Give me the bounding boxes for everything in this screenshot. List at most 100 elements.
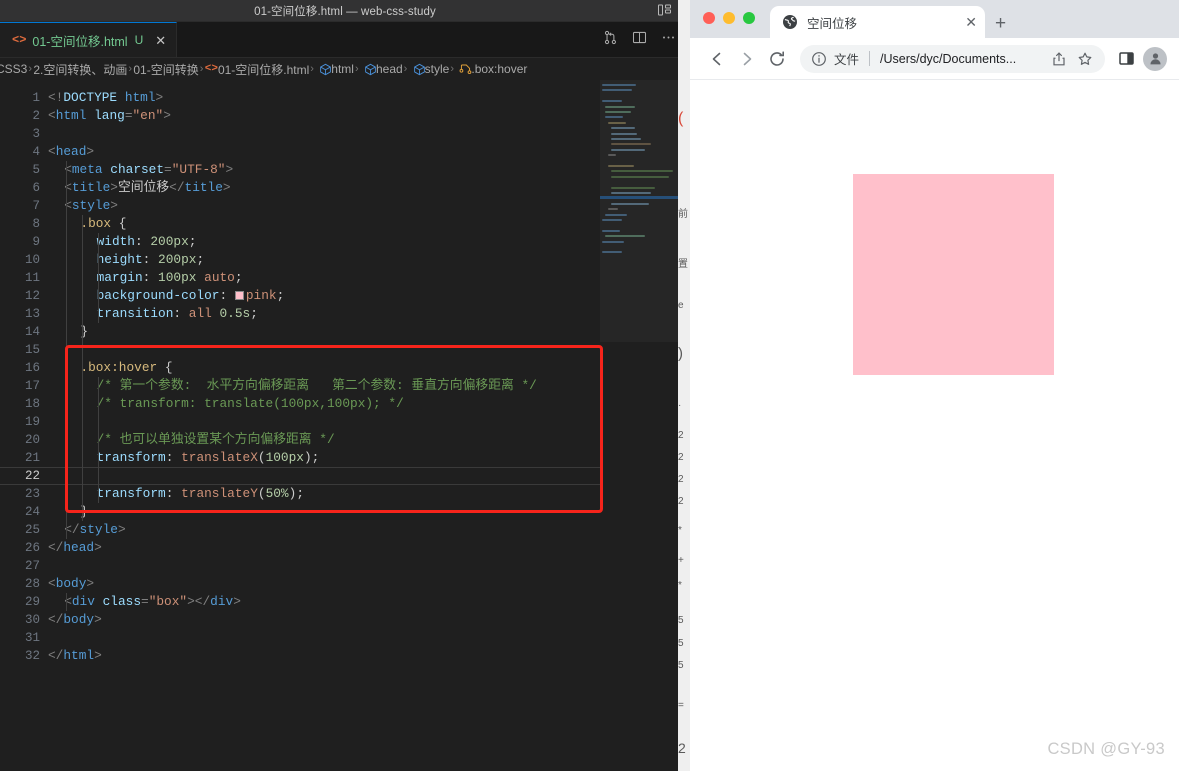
background-window-text: + <box>678 555 684 566</box>
breadcrumb-item-7[interactable]: .box:hover <box>459 62 527 76</box>
line-number: 8 <box>32 217 40 231</box>
breadcrumb-item-3[interactable]: <> 01-空间位移.html <box>205 61 310 78</box>
tab-close-icon[interactable]: ✕ <box>155 34 166 47</box>
line-number: 15 <box>24 343 40 357</box>
line-number: 11 <box>24 271 40 285</box>
breadcrumb-item-5[interactable]: head <box>364 62 403 76</box>
minimap-viewport-slider[interactable] <box>600 80 678 342</box>
background-window-text: 置 <box>678 259 688 270</box>
csdn-watermark: CSDN @GY-93 <box>1047 740 1165 758</box>
tab-status-badge: U <box>134 33 144 47</box>
minimap-line <box>611 148 645 151</box>
line-number: 30 <box>24 613 40 627</box>
new-tab-button[interactable]: + <box>995 14 1006 33</box>
background-window-text: 2 <box>678 740 686 756</box>
code-line-12[interactable]: background-color: pink; <box>48 287 285 305</box>
code-line-29[interactable]: <div class="box"></div> <box>48 593 241 611</box>
line-number: 27 <box>24 559 40 573</box>
code-line-26[interactable]: </head> <box>48 539 102 557</box>
code-line-23[interactable]: transform: translateY(50%); <box>48 485 304 503</box>
source-control-compare-icon[interactable] <box>603 30 618 50</box>
line-number: 14 <box>24 325 40 339</box>
background-window-text: 前 <box>678 209 688 220</box>
background-window-text: 5 <box>678 638 684 649</box>
code-text-area[interactable]: <!DOCTYPE html> <html lang="en"> <head> <me… <box>0 80 690 771</box>
code-line-17[interactable]: /* 第一个参数: 水平方向偏移距离 第二个参数: 垂直方向偏移距离 */ <box>48 377 537 395</box>
breadcrumb-item-1[interactable]: 2.空间转换、动画 <box>33 61 127 78</box>
info-circle-icon[interactable] <box>810 50 828 68</box>
code-line-30[interactable]: </body> <box>48 611 102 629</box>
indent-guide <box>65 161 67 539</box>
code-line-22[interactable] <box>0 467 690 485</box>
layout-panel-icon[interactable] <box>658 4 672 17</box>
code-line-11[interactable]: margin: 100px auto; <box>48 269 243 287</box>
editor-action-buttons <box>603 22 690 57</box>
code-line-1[interactable]: <!DOCTYPE html> <box>48 89 163 107</box>
split-editor-icon[interactable] <box>632 30 647 50</box>
side-panel-icon[interactable] <box>1113 46 1139 72</box>
line-number: 23 <box>24 487 40 501</box>
minimap-line <box>605 105 635 108</box>
profile-avatar-icon[interactable] <box>1143 46 1167 71</box>
breadcrumb-item-4[interactable]: html <box>319 62 354 76</box>
share-icon[interactable] <box>1049 46 1069 72</box>
tab-01-kongjianweiyi-html[interactable]: <> 01-空间位移.html U ✕ <box>0 22 178 57</box>
code-line-16[interactable]: .box:hover { <box>48 359 172 377</box>
minimize-window-button[interactable] <box>723 12 735 24</box>
line-number: 13 <box>24 307 40 321</box>
vscode-window: 01-空间位移.html — web-css-study <> 01-空间位移.… <box>0 0 690 771</box>
chrome-tabstrip: 空间位移 ✕ + <box>690 0 1179 38</box>
line-number-gutter: 1 2 3 4 5 6 7 8 9 10 11 12 13 14 15 16 17 18 19 20 21 22 23 24 2… <box>0 80 48 771</box>
code-line-6[interactable]: <title>空间位移</title> <box>48 179 230 197</box>
code-line-9[interactable]: width: 200px; <box>48 233 197 251</box>
editor-minimap[interactable] <box>600 80 678 771</box>
code-line-13[interactable]: transition: all 0.5s; <box>48 305 258 323</box>
code-line-5[interactable]: <meta charset="UTF-8"> <box>48 161 233 179</box>
line-number: 6 <box>32 181 40 195</box>
forward-button[interactable] <box>732 44 762 74</box>
breadcrumb-label: head <box>375 62 403 76</box>
code-line-28[interactable]: <body> <box>48 575 94 593</box>
breadcrumb-item-2[interactable]: 01-空间转换 <box>133 61 198 78</box>
close-tab-icon[interactable]: ✕ <box>965 15 977 29</box>
background-window-text: * <box>678 580 682 591</box>
background-window-text: 2 <box>678 474 684 485</box>
code-line-32[interactable]: </html> <box>48 647 102 665</box>
browser-tab[interactable]: 空间位移 ✕ <box>770 6 985 38</box>
close-window-button[interactable] <box>703 12 715 24</box>
breadcrumb-item-6[interactable]: style <box>413 62 449 76</box>
code-line-25[interactable]: </style> <box>48 521 125 539</box>
code-line-2[interactable]: <html lang="en"> <box>48 107 171 125</box>
breadcrumb-item-0[interactable]: CSS3 <box>0 62 27 76</box>
chrome-browser-window: 空间位移 ✕ + 文件 /Users/dyc/Documents... CSDN… <box>690 0 1179 771</box>
reload-button[interactable] <box>762 44 792 74</box>
code-line-21[interactable]: transform: translateX(100px); <box>48 449 320 467</box>
line-number: 21 <box>24 451 40 465</box>
back-button[interactable] <box>702 44 732 74</box>
code-line-10[interactable]: height: 200px; <box>48 251 205 269</box>
code-line-4[interactable]: <head> <box>48 143 94 161</box>
code-line-8[interactable]: .box { <box>48 215 126 233</box>
background-window-text: 2 <box>678 452 684 463</box>
minimap-line <box>611 202 649 205</box>
breadcrumb-label: 01-空间位移.html <box>217 62 310 77</box>
address-bar[interactable]: 文件 /Users/dyc/Documents... <box>800 44 1105 73</box>
code-line-20[interactable]: /* 也可以单独设置某个方向偏移距离 */ <box>48 431 335 449</box>
editor-tabbar: <> 01-空间位移.html U ✕ <box>0 22 690 58</box>
more-actions-icon[interactable] <box>661 30 676 50</box>
line-number: 2 <box>32 109 40 123</box>
code-line-18[interactable]: /* transform: translate(100px,100px); */ <box>48 395 404 413</box>
zoom-window-button[interactable] <box>743 12 755 24</box>
code-editor[interactable]: 1 2 3 4 5 6 7 8 9 10 11 12 13 14 15 16 17 18 19 20 21 22 23 24 2… <box>0 80 690 771</box>
screen-root: (前置 e) · 2 2 2 2 * + * 5 5 5 = 2 01-空间位移.html — web-cs… <box>0 0 1179 771</box>
line-number: 1 <box>32 91 40 105</box>
symbol-tag-icon <box>319 63 332 76</box>
line-number: 29 <box>24 595 40 609</box>
line-number: 3 <box>32 127 40 141</box>
chrome-toolbar: 文件 /Users/dyc/Documents... <box>690 38 1179 80</box>
code-line-7[interactable]: <style> <box>48 197 118 215</box>
url-text[interactable]: /Users/dyc/Documents... <box>880 52 1043 66</box>
background-window-sliver: (前置 e) · 2 2 2 2 * + * 5 5 5 = 2 <box>678 0 690 771</box>
background-window-text: * <box>678 525 682 536</box>
star-icon[interactable] <box>1075 46 1095 72</box>
